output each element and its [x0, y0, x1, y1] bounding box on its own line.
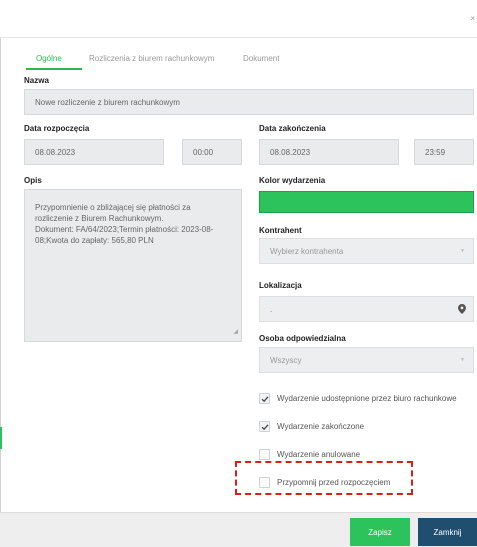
event-cancelled-checkbox-row[interactable]: Wydarzenie anulowane — [259, 449, 360, 460]
checkmark-icon — [261, 423, 268, 430]
checkbox-checked[interactable] — [259, 393, 270, 404]
location-value: . — [270, 304, 273, 314]
dialog-header: × — [0, 0, 477, 38]
end-date-label: Data zakończenia — [259, 124, 326, 133]
event-color-label: Kolor wydarzenia — [259, 176, 326, 185]
description-line-2: rozliczenie z Biurem Rachunkowym. — [35, 214, 164, 223]
name-value: Nowe rozliczenie z biurem rachunkowym — [35, 97, 180, 107]
window-edge — [0, 0, 1, 547]
shared-by-office-checkbox-row[interactable]: Wydarzenie udostępnione przez biuro rach… — [259, 393, 457, 404]
name-label: Nazwa — [24, 76, 49, 85]
responsible-person-label: Osoba odpowiedzialna — [259, 334, 346, 343]
shared-by-office-label: Wydarzenie udostępnione przez biuro rach… — [277, 394, 457, 403]
end-time-input[interactable]: 23:59 — [414, 139, 474, 165]
start-time-input[interactable]: 00:00 — [182, 139, 242, 165]
tab-general[interactable]: Ogólne — [36, 54, 62, 63]
event-color-swatch[interactable] — [259, 191, 474, 213]
chevron-down-icon: ▼ — [460, 248, 465, 254]
description-label: Opis — [24, 176, 42, 185]
location-input[interactable]: . — [259, 296, 474, 322]
event-completed-label: Wydarzenie zakończone — [277, 422, 365, 431]
close-icon[interactable]: × — [470, 14, 475, 23]
event-completed-checkbox-row[interactable]: Wydarzenie zakończone — [259, 421, 364, 432]
active-tab-indicator — [26, 68, 82, 70]
start-date-input[interactable]: 08.08.2023 — [24, 139, 164, 165]
highlight-annotation — [235, 461, 413, 495]
contractor-placeholder: Wybierz kontrahenta — [270, 246, 344, 256]
start-date-value: 08.08.2023 — [35, 147, 76, 157]
close-button[interactable]: Zamknij — [418, 518, 477, 546]
checkbox-unchecked[interactable] — [259, 449, 270, 460]
chevron-down-icon: ▼ — [460, 357, 465, 363]
checkbox-checked[interactable] — [259, 421, 270, 432]
checkmark-icon — [261, 395, 268, 402]
tab-accounting-settlements[interactable]: Rozliczenia z biurem rachunkowym — [89, 54, 214, 63]
description-textarea[interactable]: Przypomnienie o zbliżającej się płatnośc… — [24, 189, 242, 342]
description-line-4: 08;Kwota do zapłaty: 565,80 PLN — [35, 236, 154, 245]
resize-handle-icon[interactable]: ◢ — [233, 327, 238, 338]
end-date-input[interactable]: 08.08.2023 — [259, 139, 399, 165]
end-time-value: 23:59 — [425, 147, 446, 157]
event-cancelled-label: Wydarzenie anulowane — [277, 450, 361, 459]
save-button[interactable]: Zapisz — [350, 518, 410, 546]
location-label: Lokalizacja — [259, 281, 302, 290]
window-edge-accent — [0, 427, 2, 449]
name-input[interactable]: Nowe rozliczenie z biurem rachunkowym — [24, 89, 474, 115]
contractor-label: Kontrahent — [259, 226, 302, 235]
responsible-person-value: Wszyscy — [270, 355, 302, 365]
map-pin-icon[interactable] — [451, 297, 473, 321]
tab-bar: Ogólne Rozliczenia z biurem rachunkowym … — [0, 46, 477, 70]
description-line-3: Dokument: FA/64/2023;Termin płatności: 2… — [35, 225, 214, 234]
description-line-1: Przypomnienie o zbliżającej się płatnośc… — [35, 203, 191, 212]
contractor-select[interactable]: Wybierz kontrahenta ▼ — [259, 238, 474, 264]
responsible-person-select[interactable]: Wszyscy ▼ — [259, 347, 474, 373]
start-time-value: 00:00 — [193, 147, 214, 157]
start-date-label: Data rozpoczęcia — [24, 124, 90, 133]
tab-document[interactable]: Dokument — [243, 54, 279, 63]
end-date-value: 08.08.2023 — [270, 147, 311, 157]
